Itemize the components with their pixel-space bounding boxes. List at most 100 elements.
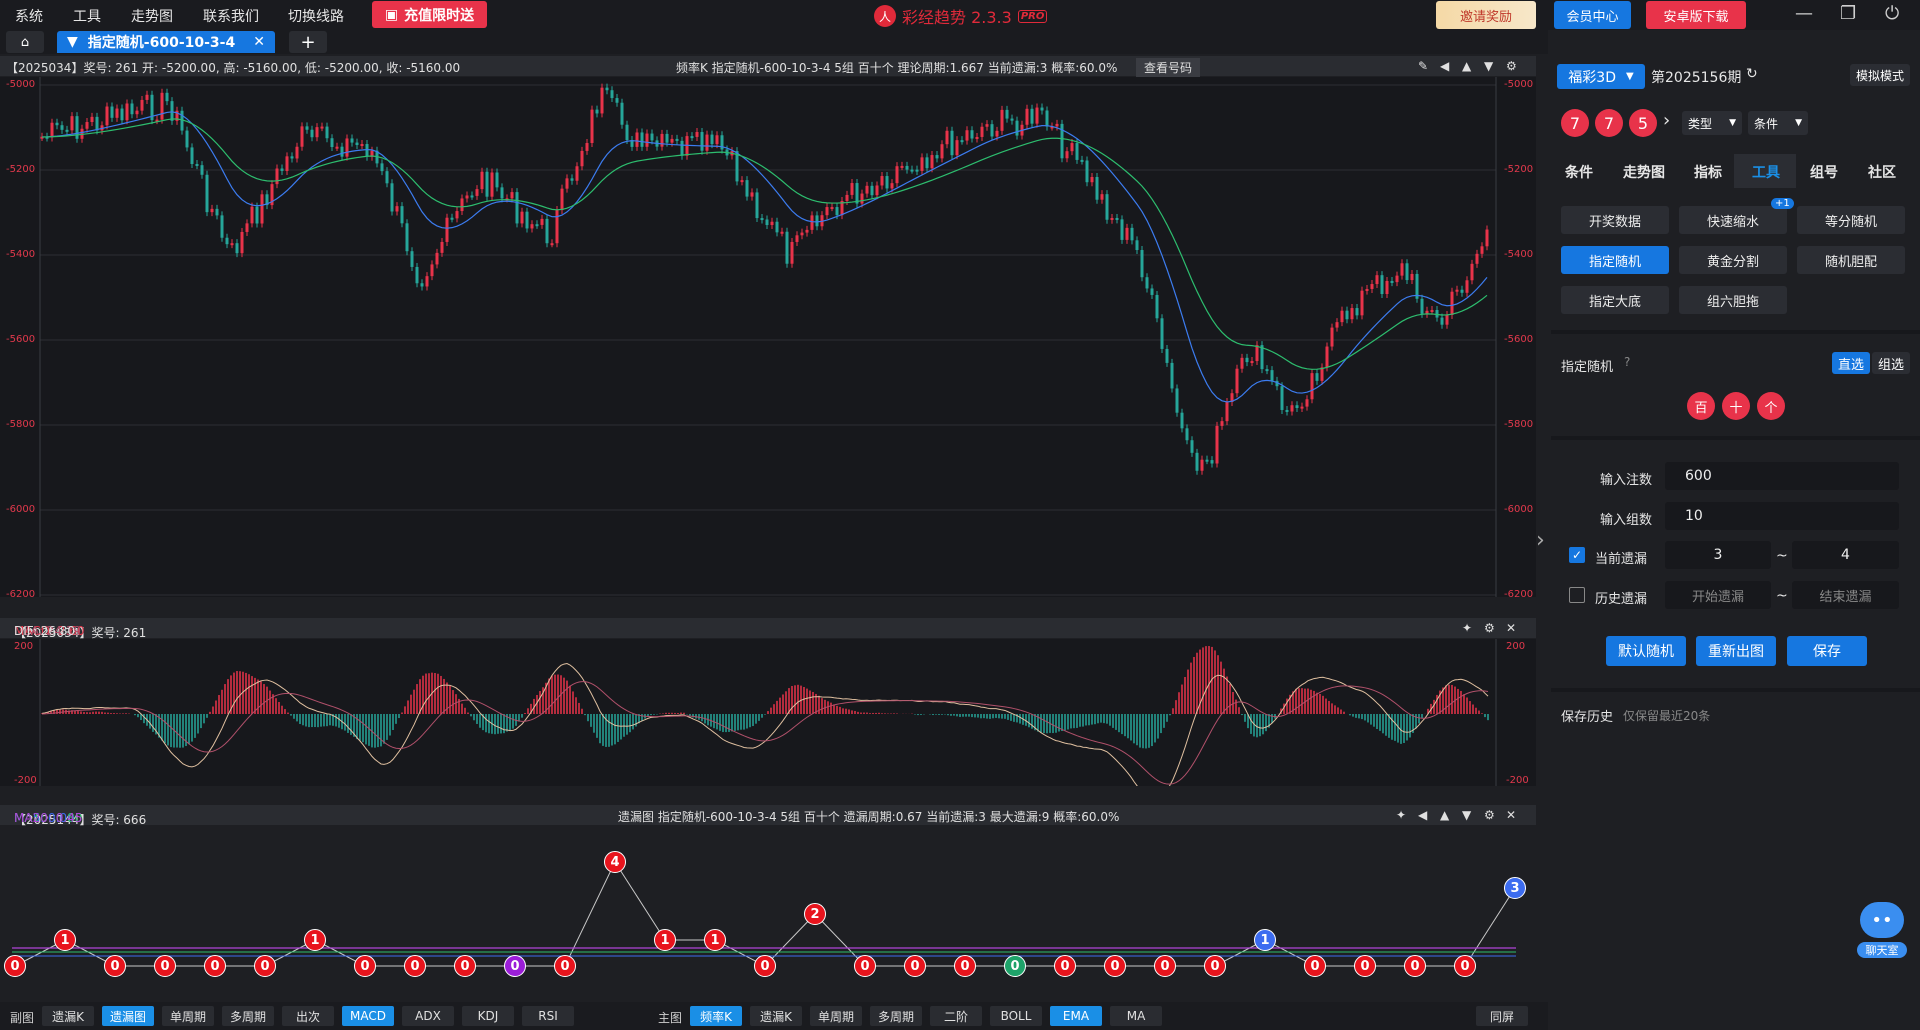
candle-body — [425, 276, 429, 287]
type-select[interactable]: 类型 ▼ — [1682, 111, 1742, 135]
sub-single-period-button[interactable]: 单周期 — [162, 1006, 214, 1026]
chevron-right-icon[interactable]: › — [1536, 528, 1545, 553]
group-button[interactable]: 组选 — [1872, 352, 1910, 374]
member-center-button[interactable]: 会员中心 — [1554, 1, 1631, 29]
candle-body — [710, 134, 714, 145]
add-tab-button[interactable]: + — [289, 31, 327, 53]
main-freq-k-button[interactable]: 频率K — [690, 1006, 742, 1026]
candle-body — [1395, 275, 1399, 283]
current-miss-to[interactable]: 4 — [1792, 541, 1899, 569]
invite-button[interactable]: 邀请奖励 — [1436, 1, 1536, 29]
tool-group6-drag[interactable]: 组六胆拖 — [1679, 286, 1787, 314]
candle-body — [960, 140, 964, 143]
save-button[interactable]: 保存 — [1787, 636, 1867, 666]
promo-button[interactable]: ▣ 充值限时送 — [372, 1, 487, 28]
sub-miss-chart-button[interactable]: 遗漏图 — [102, 1006, 154, 1026]
chat-room-button[interactable]: •• 聊天室 — [1857, 902, 1907, 970]
tab-indicators[interactable]: 指标 — [1694, 162, 1722, 182]
sub-kdj-button[interactable]: KDJ — [462, 1006, 514, 1026]
tab-group[interactable]: 组号 — [1810, 162, 1838, 182]
main-ema-button[interactable]: EMA — [1050, 1006, 1102, 1026]
sub-multi-period-button[interactable]: 多周期 — [222, 1006, 274, 1026]
candle-body — [1460, 289, 1464, 293]
sub-rsi-button[interactable]: RSI — [522, 1006, 574, 1026]
minimize-icon[interactable]: — — [1795, 3, 1813, 24]
candle-body — [540, 218, 544, 225]
tool-specified-random[interactable]: 指定随机 — [1561, 246, 1669, 274]
history-miss-checkbox[interactable] — [1569, 587, 1585, 603]
lottery-select[interactable]: 福彩3D ▼ — [1557, 64, 1645, 89]
pos-ten[interactable]: 十 — [1722, 392, 1750, 420]
chevron-right-icon[interactable]: › — [1663, 110, 1670, 131]
pos-unit[interactable]: 个 — [1757, 392, 1785, 420]
same-screen-button[interactable]: 同屏 — [1476, 1006, 1528, 1026]
refresh-icon[interactable]: ↻ — [1746, 66, 1758, 82]
tool-quick-shrink[interactable]: 快速缩水 — [1679, 206, 1787, 234]
main-second-order-button[interactable]: 二阶 — [930, 1006, 982, 1026]
pin-icon[interactable]: ✦ — [1462, 621, 1472, 635]
main-miss-k-button[interactable]: 遗漏K — [750, 1006, 802, 1026]
group-count-input[interactable]: 10 — [1665, 502, 1899, 530]
redraw-button[interactable]: 重新出图 — [1696, 636, 1776, 666]
menu-tools[interactable]: 工具 — [73, 6, 101, 26]
history-miss-from[interactable]: 开始遗漏 — [1665, 581, 1771, 609]
sim-mode-button[interactable]: 模拟模式 — [1850, 64, 1910, 86]
main-ma-button[interactable]: MA — [1110, 1006, 1162, 1026]
menu-contact[interactable]: 联系我们 — [203, 6, 259, 26]
menu-switch-line[interactable]: 切换线路 — [288, 6, 344, 26]
settings-icon[interactable]: ⚙ — [1484, 621, 1495, 635]
tab-trend[interactable]: 走势图 — [1623, 162, 1665, 182]
tab-active[interactable]: ▼ 指定随机-600-10-3-4 ✕ — [57, 31, 275, 53]
main-boll-button[interactable]: BOLL — [990, 1006, 1042, 1026]
current-miss-checkbox[interactable]: ✓ — [1569, 547, 1585, 563]
up-icon[interactable]: ▲ — [1440, 808, 1449, 822]
sub-miss-k-button[interactable]: 遗漏K — [42, 1006, 94, 1026]
history-miss-to[interactable]: 结束遗漏 — [1792, 581, 1899, 609]
home-button[interactable]: ⌂ — [6, 31, 44, 53]
candle-body — [1390, 280, 1394, 283]
android-download-button[interactable]: 安卓版下载 — [1646, 1, 1746, 29]
sub-adx-button[interactable]: ADX — [402, 1006, 454, 1026]
tab-conditions[interactable]: 条件 — [1565, 162, 1593, 182]
miss-area[interactable]: 0 1 0 0 0 0 1 0 0 0 0 0 4 1 1 0 2 0 0 0 0 0 0 0 0 1 0 0 0 0 3 — [0, 826, 1548, 1002]
close-icon[interactable]: ✕ — [253, 34, 265, 50]
down-icon[interactable]: ▼ — [1484, 59, 1493, 73]
close-icon[interactable]: ✕ — [1506, 621, 1516, 635]
close-icon[interactable]: ✕ — [1506, 808, 1516, 822]
restore-icon[interactable]: ❐ — [1840, 3, 1856, 24]
tool-random-banker[interactable]: 随机胆配 — [1797, 246, 1905, 274]
menu-system[interactable]: 系统 — [15, 6, 43, 26]
direct-button[interactable]: 直选 — [1832, 352, 1870, 374]
current-miss-from[interactable]: 3 — [1665, 541, 1771, 569]
settings-icon[interactable]: ⚙ — [1506, 59, 1517, 73]
check-numbers-button[interactable]: 查看号码 — [1136, 58, 1201, 77]
main-multi-period-button[interactable]: 多周期 — [870, 1006, 922, 1026]
help-icon[interactable]: ? — [1624, 355, 1630, 369]
macd-area[interactable]: 200 -200 200 -200 — [0, 639, 1536, 786]
main-single-period-button[interactable]: 单周期 — [810, 1006, 862, 1026]
back-icon[interactable]: ◀ — [1418, 808, 1427, 822]
back-icon[interactable]: ◀ — [1440, 59, 1449, 73]
power-icon[interactable]: ⏻ — [1885, 3, 1899, 24]
default-random-button[interactable]: 默认随机 — [1606, 636, 1686, 666]
pin-icon[interactable]: ✦ — [1396, 808, 1406, 822]
bet-count-input[interactable]: 600 — [1665, 462, 1899, 490]
menu-trend[interactable]: 走势图 — [131, 6, 173, 26]
tool-equal-random[interactable]: 等分随机 — [1797, 206, 1905, 234]
tab-community[interactable]: 社区 — [1868, 162, 1896, 182]
tool-draw-data[interactable]: 开奖数据 — [1561, 206, 1669, 234]
down-icon[interactable]: ▼ — [1462, 808, 1471, 822]
sub-count-button[interactable]: 出次 — [282, 1006, 334, 1026]
edit-icon[interactable]: ✎ — [1418, 59, 1428, 73]
sub-macd-button[interactable]: MACD — [342, 1006, 394, 1026]
pos-hundred[interactable]: 百 — [1687, 392, 1715, 420]
tool-specified-base[interactable]: 指定大底 — [1561, 286, 1669, 314]
dropdown-icon[interactable]: ▼ — [67, 34, 78, 50]
main-chart-area[interactable] — [0, 77, 1536, 597]
miss-point: 0 — [1154, 955, 1176, 977]
tab-tools[interactable]: 工具 — [1752, 162, 1780, 182]
condition-select[interactable]: 条件 ▼ — [1748, 111, 1808, 135]
settings-icon[interactable]: ⚙ — [1484, 808, 1495, 822]
up-icon[interactable]: ▲ — [1462, 59, 1471, 73]
tool-golden-split[interactable]: 黄金分割 — [1679, 246, 1787, 274]
